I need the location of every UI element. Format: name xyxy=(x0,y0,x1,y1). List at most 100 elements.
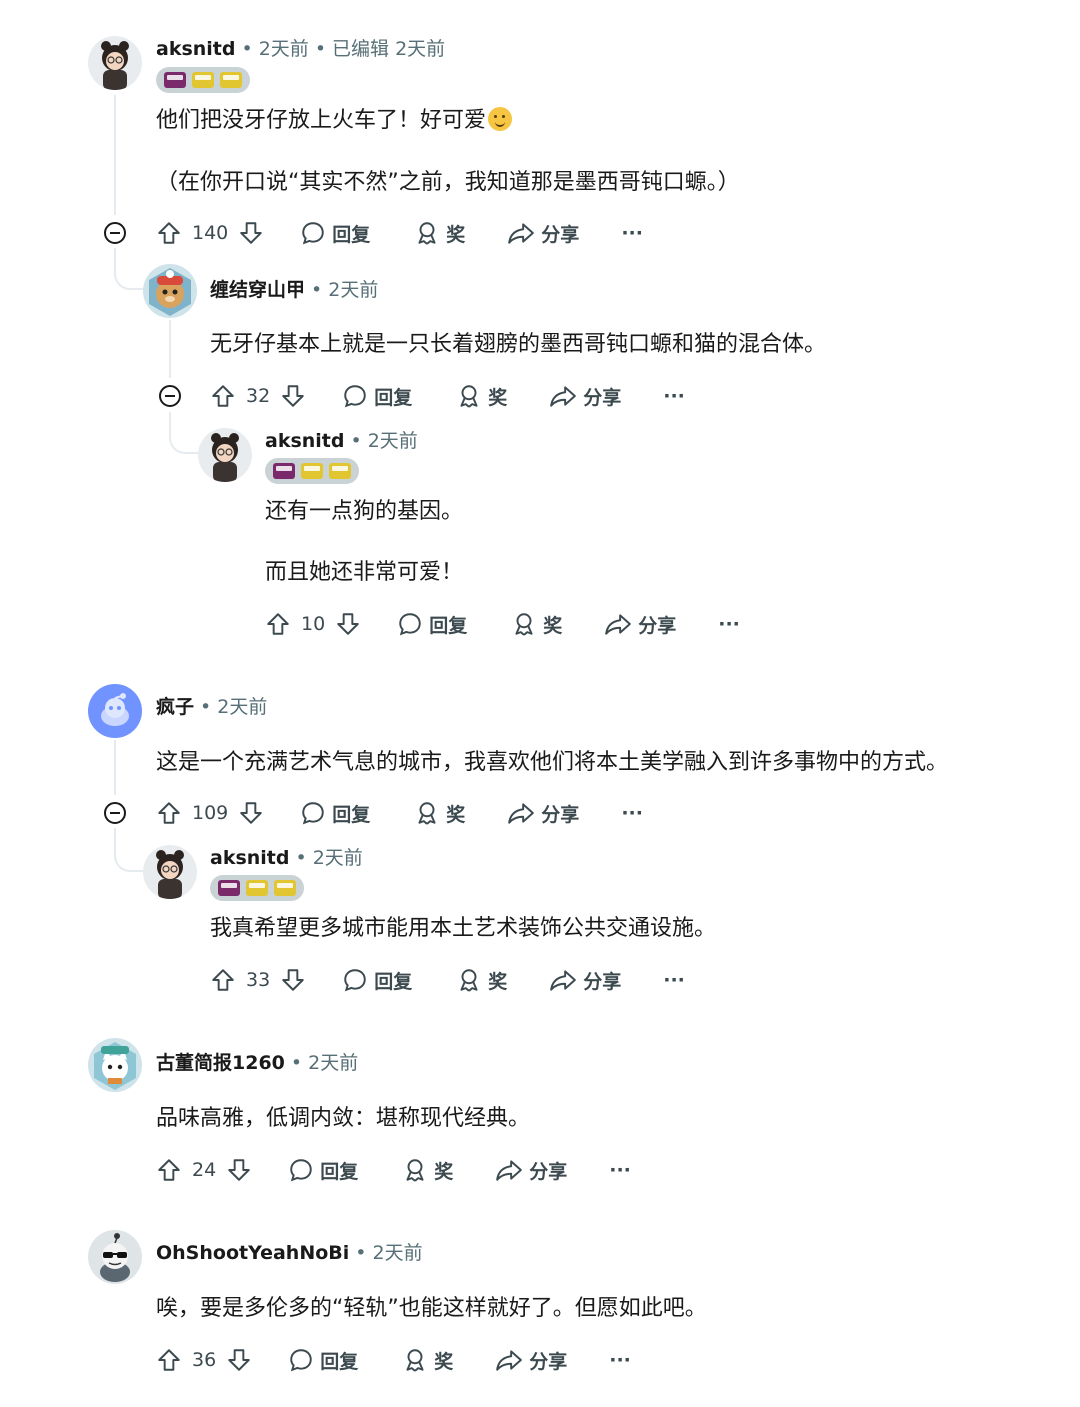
upvote-icon[interactable] xyxy=(156,1347,182,1373)
train-icon xyxy=(218,880,240,896)
timestamp: 2天前 xyxy=(367,430,418,452)
username[interactable]: OhShootYeahNoBi xyxy=(156,1242,349,1264)
award-button[interactable]: 奖 xyxy=(511,611,562,638)
downvote-icon[interactable] xyxy=(238,220,264,246)
comment-body-line: 而且她还非常可爱！ xyxy=(265,560,464,585)
comment-body-line: 品味高雅，低调内敛：堪称现代经典。 xyxy=(156,1106,531,1131)
vote-group: 36 xyxy=(156,1347,252,1373)
reply-bubble-icon xyxy=(399,613,421,636)
more-options-button[interactable]: ··· xyxy=(621,222,643,244)
vote-group: 33 xyxy=(210,967,306,993)
share-icon xyxy=(496,1160,523,1181)
username[interactable]: aksnitd xyxy=(265,430,345,452)
vote-count: 109 xyxy=(192,802,229,824)
thread-connector xyxy=(114,828,146,872)
vote-group: 24 xyxy=(156,1157,252,1183)
username[interactable]: aksnitd xyxy=(210,847,290,869)
reply-button[interactable]: 回复 xyxy=(342,383,412,410)
comment-body-line: 他们把没牙仔放上火车了！好可爱 xyxy=(156,106,513,136)
award-button[interactable]: 奖 xyxy=(402,1157,453,1184)
more-options-button[interactable]: ··· xyxy=(609,1159,631,1181)
award-button[interactable]: 奖 xyxy=(456,383,507,410)
reply-button[interactable]: 回复 xyxy=(397,611,467,638)
user-flair xyxy=(265,458,359,484)
comment-body-line: （在你开口说“其实不然”之前，我知道那是墨西哥钝口螈。） xyxy=(156,170,740,195)
user-avatar[interactable] xyxy=(143,264,197,318)
user-avatar[interactable] xyxy=(143,845,197,899)
thread-connector xyxy=(169,412,201,454)
timestamp: 2天前 xyxy=(308,1052,359,1074)
collapse-thread-icon[interactable] xyxy=(103,801,127,825)
username[interactable]: 疯子 xyxy=(156,696,194,718)
tram-icon xyxy=(220,72,242,88)
more-options-button[interactable]: ··· xyxy=(609,1349,631,1371)
smiley-emoji-icon xyxy=(488,107,513,131)
tram-icon xyxy=(274,880,296,896)
username[interactable]: 古董简报1260 xyxy=(156,1052,285,1074)
default-user-avatar[interactable] xyxy=(88,684,142,738)
comment-actions: 140 回复 奖 分享 ··· xyxy=(156,213,643,253)
upvote-icon[interactable] xyxy=(265,611,291,637)
train-icon xyxy=(164,72,186,88)
reply-button[interactable]: 回复 xyxy=(300,800,370,827)
user-avatar[interactable] xyxy=(88,1038,142,1092)
upvote-icon[interactable] xyxy=(156,1157,182,1183)
downvote-icon[interactable] xyxy=(335,611,361,637)
upvote-icon[interactable] xyxy=(210,967,236,993)
reply-bubble-icon xyxy=(344,385,366,408)
username[interactable]: aksnitd xyxy=(156,38,236,60)
share-button[interactable]: 分享 xyxy=(549,383,621,410)
award-button[interactable]: 奖 xyxy=(414,220,465,247)
upvote-icon[interactable] xyxy=(210,383,236,409)
collapse-thread-icon[interactable] xyxy=(103,221,127,245)
tram-icon xyxy=(192,72,214,88)
share-icon xyxy=(508,223,535,244)
downvote-icon[interactable] xyxy=(280,383,306,409)
upvote-icon[interactable] xyxy=(156,220,182,246)
more-options-button[interactable]: ··· xyxy=(718,613,740,635)
vote-group: 140 xyxy=(156,220,264,246)
comment-body-line: 这是一个充满艺术气息的城市，我喜欢他们将本土美学融入到许多事物中的方式。 xyxy=(156,750,949,775)
reply-button[interactable]: 回复 xyxy=(288,1157,358,1184)
more-options-button[interactable]: ··· xyxy=(621,802,643,824)
user-avatar[interactable] xyxy=(198,428,252,482)
more-options-button[interactable]: ··· xyxy=(663,385,685,407)
award-button[interactable]: 奖 xyxy=(456,967,507,994)
downvote-icon[interactable] xyxy=(226,1347,252,1373)
downvote-icon[interactable] xyxy=(280,967,306,993)
user-avatar[interactable] xyxy=(88,36,142,90)
award-button[interactable]: 奖 xyxy=(402,1347,453,1374)
comment-meta: aksnitd • 2天前 • 已编辑 2天前 xyxy=(156,38,446,60)
downvote-icon[interactable] xyxy=(238,800,264,826)
vote-group: 109 xyxy=(156,800,264,826)
award-icon xyxy=(418,802,436,825)
comment-meta: aksnitd • 2天前 xyxy=(265,430,418,452)
more-options-button[interactable]: ··· xyxy=(663,969,685,991)
share-button[interactable]: 分享 xyxy=(495,1157,567,1184)
user-flair xyxy=(156,67,250,93)
share-button[interactable]: 分享 xyxy=(549,967,621,994)
comment-meta: 疯子 • 2天前 xyxy=(156,696,268,718)
share-button[interactable]: 分享 xyxy=(507,220,579,247)
thread-line xyxy=(169,320,171,378)
vote-count: 10 xyxy=(301,613,326,635)
share-button[interactable]: 分享 xyxy=(495,1347,567,1374)
timestamp: 2天前 xyxy=(372,1242,423,1264)
username[interactable]: 缠结穿山甲 xyxy=(210,279,305,301)
reply-button[interactable]: 回复 xyxy=(288,1347,358,1374)
downvote-icon[interactable] xyxy=(226,1157,252,1183)
reply-button[interactable]: 回复 xyxy=(300,220,370,247)
vote-group: 32 xyxy=(210,383,306,409)
reply-button[interactable]: 回复 xyxy=(342,967,412,994)
timestamp: 2天前 xyxy=(258,38,309,60)
upvote-icon[interactable] xyxy=(156,800,182,826)
tram-icon xyxy=(329,463,351,479)
collapse-thread-icon[interactable] xyxy=(158,384,182,408)
share-button[interactable]: 分享 xyxy=(507,800,579,827)
share-button[interactable]: 分享 xyxy=(604,611,676,638)
thread-connector xyxy=(114,248,146,290)
award-button[interactable]: 奖 xyxy=(414,800,465,827)
share-icon xyxy=(550,970,577,991)
user-avatar[interactable] xyxy=(88,1230,142,1284)
reply-bubble-icon xyxy=(290,1349,312,1372)
